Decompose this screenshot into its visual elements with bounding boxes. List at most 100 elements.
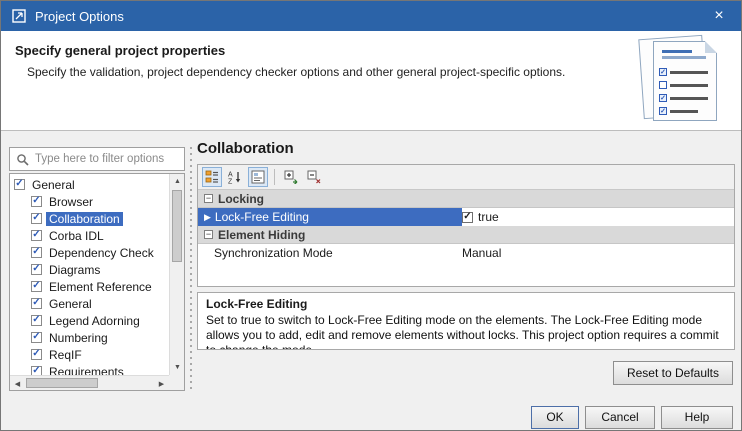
document-page-front: ✓ ✓ ✓ xyxy=(653,41,717,121)
tree-item-label: Requirements xyxy=(46,365,127,376)
tree-content: ✓ General ✓ Browser ✓ Collaboration ✓ Co… xyxy=(10,174,169,375)
scrollbar-thumb[interactable] xyxy=(26,378,98,388)
checkbox-icon[interactable]: ✓ xyxy=(31,349,42,360)
property-name-cell[interactable]: Synchronization Mode xyxy=(198,244,462,262)
tree-item-label: Legend Adorning xyxy=(46,314,143,328)
project-options-dialog: Project Options × Specify general projec… xyxy=(0,0,742,431)
tree-vertical-scrollbar[interactable]: ▲ ▼ xyxy=(169,174,184,375)
property-value: true xyxy=(478,210,499,224)
property-value: Manual xyxy=(462,246,501,260)
page-title: Collaboration xyxy=(197,140,294,157)
scrollbar-thumb[interactable] xyxy=(172,190,182,262)
description-body: Set to true to switch to Lock-Free Editi… xyxy=(206,313,726,350)
group-row-element-hiding[interactable]: − Element Hiding xyxy=(198,226,734,244)
tree-item-general-root[interactable]: ✓ General xyxy=(14,176,169,193)
property-name-cell[interactable]: ▶ Lock-Free Editing xyxy=(198,208,462,226)
scrollbar-corner xyxy=(169,375,184,390)
checkbox-icon[interactable]: ✓ xyxy=(31,196,42,207)
footer-buttons: OK Cancel Help xyxy=(1,402,741,431)
tree-item-corba-idl[interactable]: ✓ Corba IDL xyxy=(14,227,169,244)
tree-item-general[interactable]: ✓ General xyxy=(14,295,169,312)
tree-item-browser[interactable]: ✓ Browser xyxy=(14,193,169,210)
description-title: Lock-Free Editing xyxy=(206,297,726,311)
close-icon[interactable]: × xyxy=(707,1,731,31)
tree-item-label: Browser xyxy=(46,195,96,209)
checkbox-icon[interactable]: ✓ xyxy=(14,179,25,190)
doc-checkbox-icon: ✓ xyxy=(659,94,667,102)
tree-item-legend-adorning[interactable]: ✓ Legend Adorning xyxy=(14,312,169,329)
header-banner: Specify general project properties Speci… xyxy=(1,31,741,131)
tree-item-reqif[interactable]: ✓ ReqIF xyxy=(14,346,169,363)
property-row-synchronization-mode[interactable]: Synchronization Mode Manual xyxy=(198,244,734,262)
doc-checkbox-icon: ✓ xyxy=(659,107,667,115)
value-checkbox-icon[interactable]: ✓ xyxy=(462,212,473,223)
scroll-left-icon[interactable]: ◀ xyxy=(10,376,25,391)
sort-alphabetically-icon[interactable]: A Z xyxy=(225,167,245,187)
tree-item-label: Diagrams xyxy=(46,263,103,277)
tree-item-label: General xyxy=(29,178,78,192)
property-value-cell[interactable]: ✓ true xyxy=(462,208,734,226)
scroll-right-icon[interactable]: ▶ xyxy=(154,376,169,391)
tree-item-label: ReqIF xyxy=(46,348,85,362)
properties-table: A Z xyxy=(197,164,735,287)
tree-item-collaboration[interactable]: ✓ Collaboration xyxy=(14,210,169,227)
checkbox-icon[interactable]: ✓ xyxy=(31,247,42,258)
tree-item-label: Numbering xyxy=(46,331,111,345)
group-label: Element Hiding xyxy=(218,228,305,242)
collapse-properties-icon[interactable] xyxy=(304,167,324,187)
checkbox-icon[interactable]: ✓ xyxy=(31,366,42,375)
property-value-cell[interactable]: Manual xyxy=(462,244,734,262)
svg-text:A: A xyxy=(228,172,233,179)
doc-checkbox-icon: ✓ xyxy=(659,68,667,76)
app-icon xyxy=(11,8,27,24)
expand-properties-icon[interactable] xyxy=(281,167,301,187)
tree-item-label: Dependency Check xyxy=(46,246,157,260)
checkbox-icon[interactable]: ✓ xyxy=(31,230,42,241)
checkbox-icon[interactable]: ✓ xyxy=(31,281,42,292)
help-button[interactable]: Help xyxy=(661,406,733,429)
collapse-group-icon[interactable]: − xyxy=(204,230,213,239)
header-title: Specify general project properties xyxy=(15,43,225,58)
scroll-up-icon[interactable]: ▲ xyxy=(170,174,185,189)
tree-item-label: Corba IDL xyxy=(46,229,107,243)
show-description-icon[interactable] xyxy=(248,167,268,187)
options-tree: ✓ General ✓ Browser ✓ Collaboration ✓ Co… xyxy=(9,173,185,391)
checkbox-icon[interactable]: ✓ xyxy=(31,298,42,309)
tree-item-dependency-check[interactable]: ✓ Dependency Check xyxy=(14,244,169,261)
tree-item-requirements[interactable]: ✓ Requirements xyxy=(14,363,169,375)
search-icon xyxy=(16,153,29,166)
collapse-group-icon[interactable]: − xyxy=(204,194,213,203)
header-subtitle: Specify the validation, project dependen… xyxy=(27,65,565,79)
cancel-button[interactable]: Cancel xyxy=(585,406,655,429)
group-row-locking[interactable]: − Locking xyxy=(198,190,734,208)
reset-to-defaults-button[interactable]: Reset to Defaults xyxy=(613,361,733,385)
svg-text:Z: Z xyxy=(228,179,233,185)
dialog-title: Project Options xyxy=(35,9,124,24)
titlebar: Project Options × xyxy=(1,1,741,31)
ok-button[interactable]: OK xyxy=(531,406,579,429)
tree-item-diagrams[interactable]: ✓ Diagrams xyxy=(14,261,169,278)
document-illustration: ✓ ✓ ✓ xyxy=(631,35,723,127)
doc-checkbox-icon xyxy=(659,81,667,89)
checkbox-icon[interactable]: ✓ xyxy=(31,264,42,275)
tree-item-element-reference[interactable]: ✓ Element Reference xyxy=(14,278,169,295)
toolbar-separator xyxy=(274,169,275,185)
filter-input[interactable] xyxy=(35,153,165,165)
tree-item-label: Collaboration xyxy=(46,212,123,226)
categorized-view-icon[interactable] xyxy=(202,167,222,187)
tree-item-label: General xyxy=(46,297,95,311)
property-name: Lock-Free Editing xyxy=(215,210,309,224)
tree-item-label: Element Reference xyxy=(46,280,155,294)
tree-horizontal-scrollbar[interactable]: ◀ ▶ xyxy=(10,375,169,390)
checkbox-icon[interactable]: ✓ xyxy=(31,315,42,326)
description-panel: Lock-Free Editing Set to true to switch … xyxy=(197,292,735,350)
tree-item-numbering[interactable]: ✓ Numbering xyxy=(14,329,169,346)
properties-toolbar: A Z xyxy=(198,165,734,190)
checkbox-icon[interactable]: ✓ xyxy=(31,332,42,343)
scroll-down-icon[interactable]: ▼ xyxy=(170,360,185,375)
row-arrow-icon: ▶ xyxy=(204,212,211,223)
property-row-lock-free-editing[interactable]: ▶ Lock-Free Editing ✓ true xyxy=(198,208,734,226)
panel-splitter[interactable] xyxy=(187,147,195,391)
property-name: Synchronization Mode xyxy=(214,246,333,260)
checkbox-icon[interactable]: ✓ xyxy=(31,213,42,224)
